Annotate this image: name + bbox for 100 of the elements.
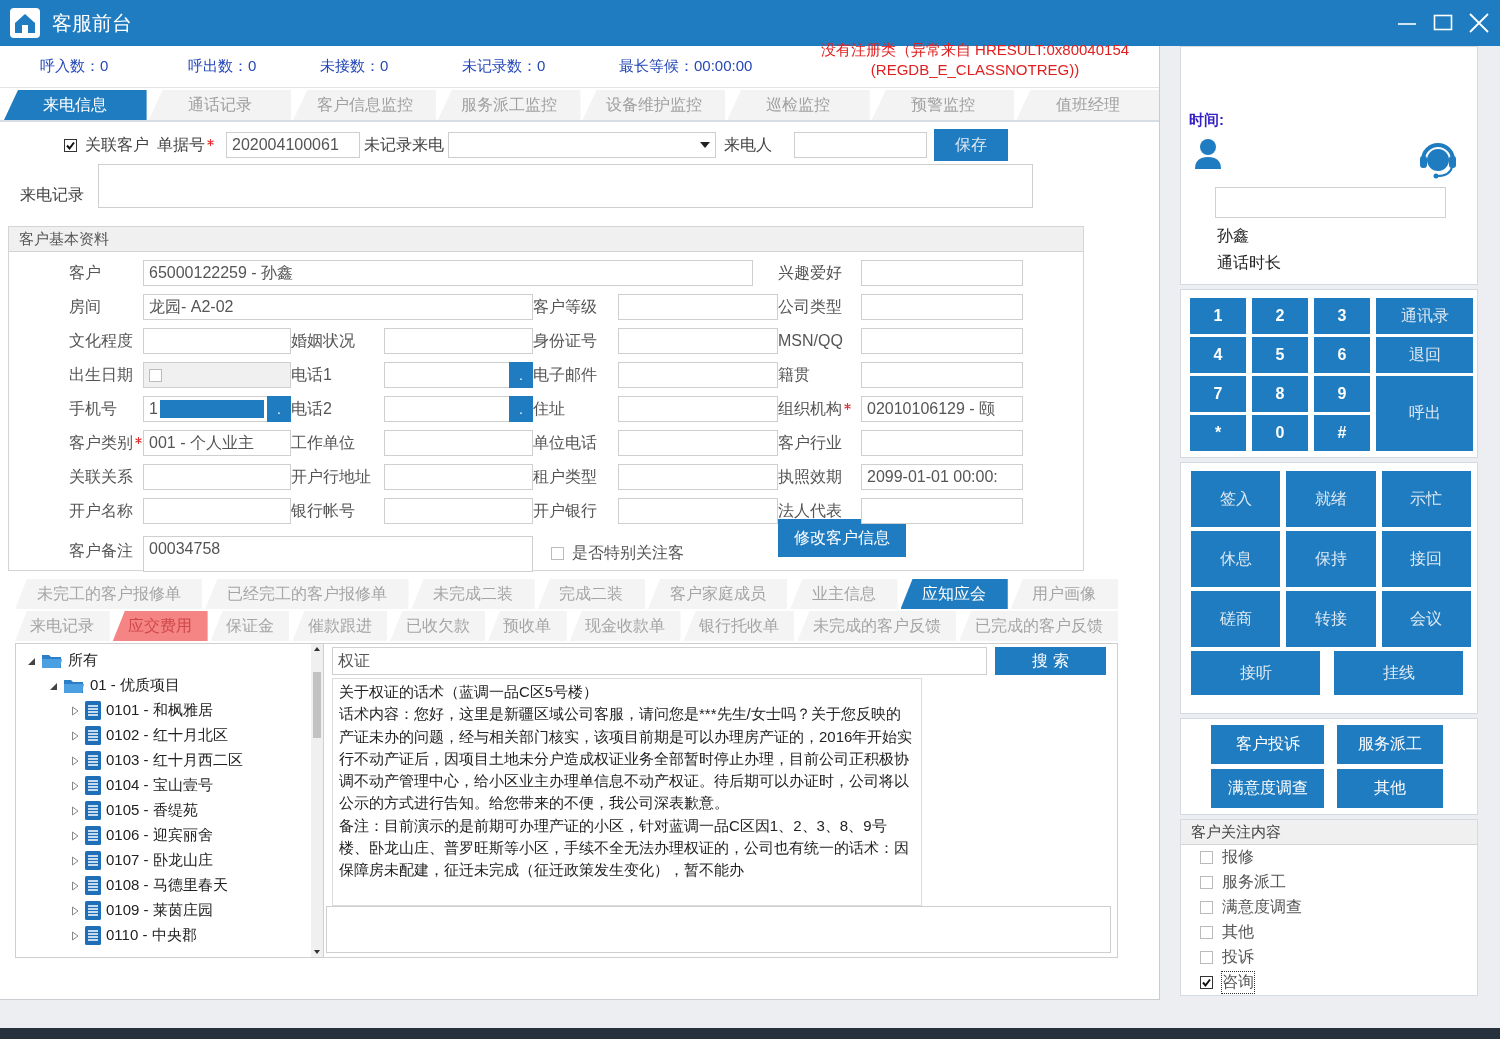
tab[interactable]: 来电信息 xyxy=(4,90,147,120)
collapsed-arrow-icon[interactable] xyxy=(70,855,80,866)
tab[interactable]: 设备维护监控 xyxy=(582,90,726,120)
input-field[interactable] xyxy=(861,362,1023,388)
collapsed-arrow-icon[interactable] xyxy=(70,730,80,741)
call-control-button[interactable]: 签入 xyxy=(1191,471,1281,527)
collapsed-arrow-icon[interactable] xyxy=(70,705,80,716)
keypad-button[interactable]: 4 xyxy=(1190,337,1246,373)
call-control-button[interactable]: 接回 xyxy=(1381,531,1471,587)
keypad-button[interactable]: 7 xyxy=(1190,376,1246,412)
tab[interactable]: 保证金 xyxy=(210,611,290,641)
input-field[interactable] xyxy=(143,328,291,354)
checkbox[interactable] xyxy=(1200,876,1213,889)
call-control-button[interactable]: 会议 xyxy=(1381,591,1471,647)
checkbox[interactable] xyxy=(1200,951,1213,964)
tab[interactable]: 客户信息监控 xyxy=(293,90,436,120)
service-button[interactable]: 满意度调查 xyxy=(1211,769,1324,808)
tab[interactable]: 完成二装 xyxy=(537,579,645,609)
input-field[interactable] xyxy=(618,362,778,388)
text-area[interactable] xyxy=(326,906,1111,953)
keypad-button[interactable]: # xyxy=(1314,415,1370,451)
input-field[interactable]: . xyxy=(384,396,533,422)
input-field[interactable] xyxy=(618,396,778,422)
tab[interactable]: 催款跟进 xyxy=(292,611,388,641)
keypad-button[interactable]: 8 xyxy=(1252,376,1308,412)
input-field[interactable]: 001 - 个人业主 xyxy=(143,430,291,456)
tab[interactable]: 未完成的客户反馈 xyxy=(797,611,957,641)
tab[interactable]: 银行托收单 xyxy=(683,611,795,641)
input-field[interactable] xyxy=(861,498,1023,524)
call-control-button[interactable]: 示忙 xyxy=(1381,471,1471,527)
input-field[interactable] xyxy=(618,498,778,524)
keypad-button[interactable]: 呼出 xyxy=(1376,376,1473,451)
text-area[interactable] xyxy=(98,164,1033,208)
tab[interactable]: 已完成的客户反馈 xyxy=(959,611,1118,641)
checkbox[interactable] xyxy=(1200,926,1213,939)
tree-item[interactable]: 0103 - 红十月西二区 xyxy=(106,751,243,770)
tree-item[interactable]: 01 - 优质项目 xyxy=(90,676,180,695)
tree-item[interactable]: 所有 xyxy=(68,651,98,670)
input-field[interactable] xyxy=(794,132,927,158)
checkbox[interactable] xyxy=(551,546,564,560)
input-field[interactable] xyxy=(143,498,291,524)
call-control-button[interactable]: 转接 xyxy=(1286,591,1376,647)
close-icon[interactable] xyxy=(1468,12,1490,34)
input-field[interactable]: 龙园- A2-02 xyxy=(143,294,533,320)
picker-button[interactable]: . xyxy=(509,362,533,388)
call-control-button[interactable]: 挂线 xyxy=(1334,651,1463,695)
input-field[interactable] xyxy=(618,430,778,456)
service-button[interactable]: 客户投诉 xyxy=(1211,725,1324,764)
tree-item[interactable]: 0102 - 红十月北区 xyxy=(106,726,228,745)
edit-customer-button[interactable]: 修改客户信息 xyxy=(778,519,906,557)
tab[interactable]: 预警监控 xyxy=(871,90,1015,120)
call-control-button[interactable]: 保持 xyxy=(1286,531,1376,587)
input-field[interactable]: 202004100061 xyxy=(226,132,360,158)
checkbox[interactable] xyxy=(1200,851,1213,864)
tab[interactable]: 应知应会 xyxy=(900,579,1008,609)
tree-item[interactable]: 0104 - 宝山壹号 xyxy=(106,776,213,795)
collapsed-arrow-icon[interactable] xyxy=(70,905,80,916)
keypad-button[interactable]: 2 xyxy=(1252,298,1308,334)
collapsed-arrow-icon[interactable] xyxy=(70,805,80,816)
tree-item[interactable]: 0107 - 卧龙山庄 xyxy=(106,851,213,870)
input-field[interactable] xyxy=(861,430,1023,456)
save-button[interactable]: 保存 xyxy=(934,129,1008,161)
input-field[interactable] xyxy=(861,260,1023,286)
input-field[interactable] xyxy=(861,328,1023,354)
date-field[interactable] xyxy=(143,362,291,388)
input-field[interactable] xyxy=(618,294,778,320)
collapsed-arrow-icon[interactable] xyxy=(70,780,80,791)
tab[interactable]: 用户画像 xyxy=(1010,579,1118,609)
tab[interactable]: 客户家庭成员 xyxy=(648,579,788,609)
tab[interactable]: 值班经理 xyxy=(1016,90,1159,120)
input-field[interactable] xyxy=(143,464,291,490)
scrollbar[interactable] xyxy=(311,644,323,957)
checkbox[interactable] xyxy=(1200,901,1213,914)
input-field[interactable] xyxy=(1215,187,1446,218)
picker-button[interactable]: . xyxy=(509,396,533,422)
collapsed-arrow-icon[interactable] xyxy=(70,755,80,766)
tree-item[interactable]: 0108 - 马德里春天 xyxy=(106,876,228,895)
keypad-button[interactable]: 1 xyxy=(1190,298,1246,334)
input-field[interactable] xyxy=(384,328,533,354)
input-field[interactable] xyxy=(861,294,1023,320)
input-field[interactable]: 2099-01-01 00:00: xyxy=(861,464,1023,490)
tree-item[interactable]: 0109 - 莱茵庄园 xyxy=(106,901,213,920)
keypad-button[interactable]: 通讯录 xyxy=(1376,298,1473,334)
dropdown[interactable] xyxy=(448,132,716,158)
tab[interactable]: 已收欠款 xyxy=(390,611,485,641)
input-field[interactable] xyxy=(618,328,778,354)
input-field[interactable]: 02010106129 - 颐 xyxy=(861,396,1023,422)
service-button[interactable]: 服务派工 xyxy=(1337,725,1443,764)
call-control-button[interactable]: 磋商 xyxy=(1191,591,1281,647)
call-control-button[interactable]: 接听 xyxy=(1191,651,1320,695)
input-field[interactable]: . xyxy=(384,362,533,388)
input-field[interactable]: 65000122259 - 孙鑫 xyxy=(143,260,753,286)
collapsed-arrow-icon[interactable] xyxy=(70,880,80,891)
tab[interactable]: 来电记录 xyxy=(15,611,110,641)
collapsed-arrow-icon[interactable] xyxy=(70,930,80,941)
tree-item[interactable]: 0101 - 和枫雅居 xyxy=(106,701,213,720)
service-button[interactable]: 其他 xyxy=(1337,769,1443,808)
keypad-button[interactable]: * xyxy=(1190,415,1246,451)
tab[interactable]: 巡检监控 xyxy=(727,90,870,120)
tab[interactable]: 预收单 xyxy=(488,611,567,641)
